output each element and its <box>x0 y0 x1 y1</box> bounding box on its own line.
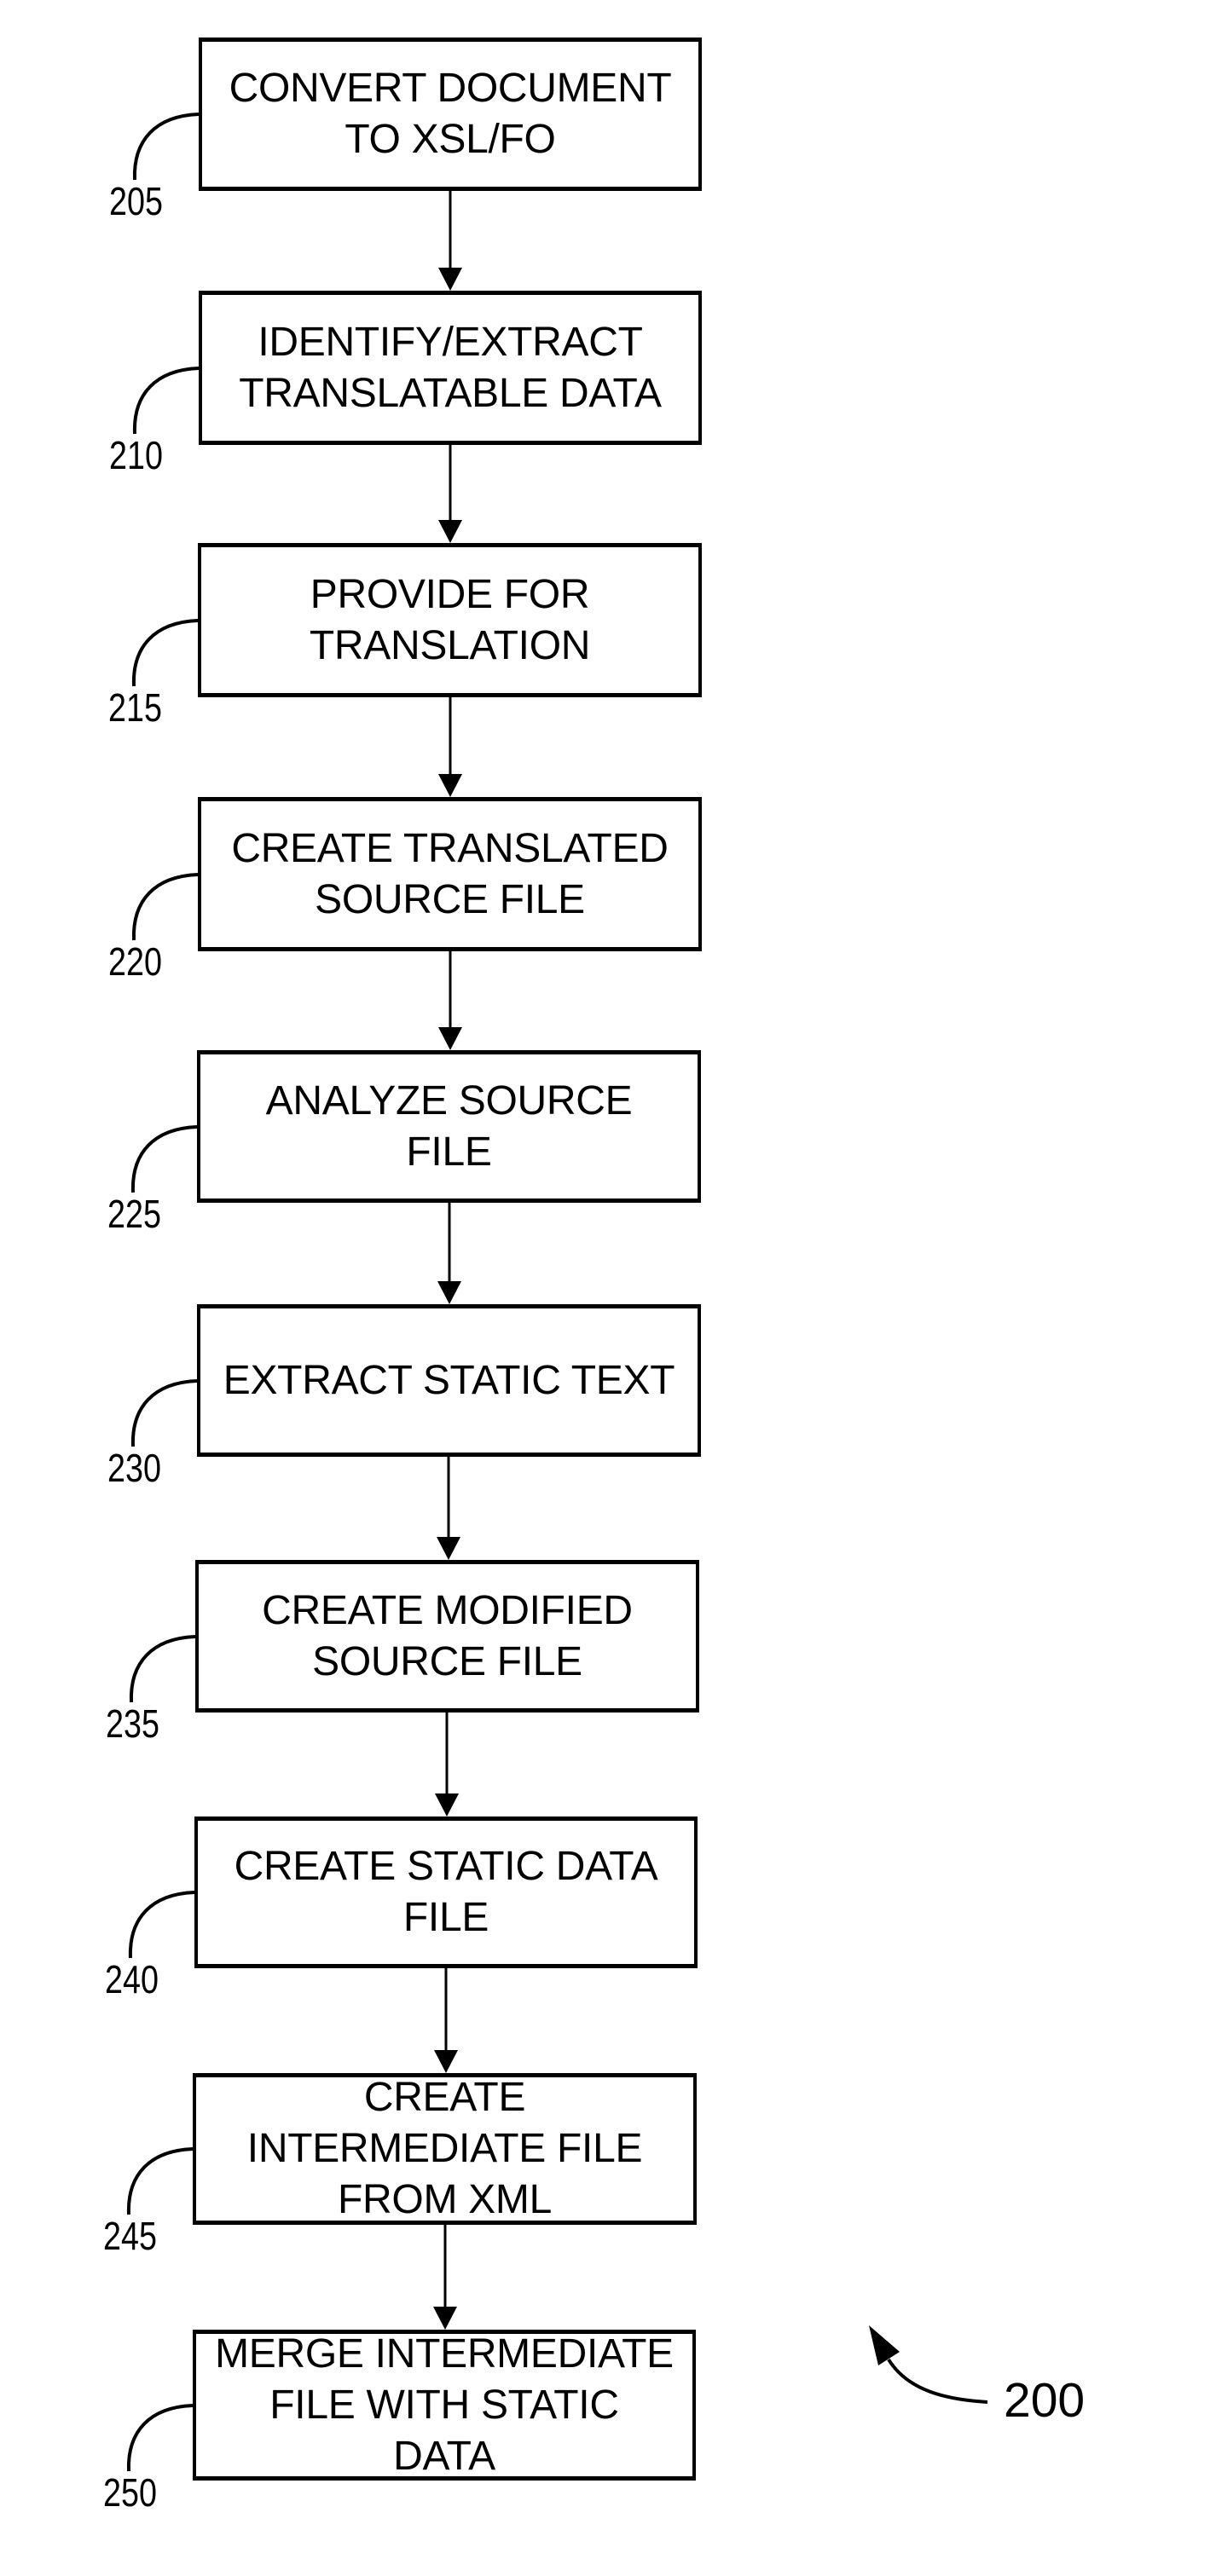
arrowhead-icon <box>438 520 462 543</box>
reference-label: 220 <box>108 939 162 984</box>
reference-label: 210 <box>109 433 163 477</box>
step-box-235: CREATE MODIFIED SOURCE FILE <box>195 1560 699 1713</box>
arrowhead-icon <box>438 268 462 291</box>
figure-pointer-curve <box>887 2358 988 2404</box>
step-box-215: PROVIDE FOR TRANSLATION <box>198 543 702 697</box>
reference-label: 235 <box>106 1701 159 1746</box>
leader-line <box>128 1891 195 1959</box>
leader-line <box>129 1635 196 1703</box>
leader-line <box>130 1125 198 1193</box>
leader-line <box>131 873 199 941</box>
arrowhead-icon <box>437 1281 461 1304</box>
step-text: PROVIDE FOR TRANSLATION <box>309 571 591 668</box>
reference-label: 215 <box>108 685 162 730</box>
leader-line <box>130 1379 198 1447</box>
reference-label: 230 <box>107 1446 161 1490</box>
leader-line <box>132 113 200 181</box>
arrowhead-icon <box>433 2307 457 2330</box>
step-box-205: CONVERT DOCUMENT TO XSL/FO <box>199 38 702 191</box>
step-box-230: EXTRACT STATIC TEXT <box>197 1304 701 1457</box>
arrowhead-icon <box>437 1537 460 1560</box>
flowchart-canvas: CONVERT DOCUMENT TO XSL/FO IDENTIFY/EXTR… <box>0 0 1216 2576</box>
step-text: CREATE MODIFIED SOURCE FILE <box>262 1587 633 1684</box>
reference-label: 240 <box>105 1957 159 2001</box>
arrowhead-icon <box>434 2050 458 2073</box>
step-box-245: CREATE INTERMEDIATE FILE FROM XML <box>193 2073 697 2225</box>
step-text: MERGE INTERMEDIATE FILE WITH STATIC DATA <box>215 2331 674 2479</box>
leader-line <box>126 2147 194 2215</box>
step-text: CREATE STATIC DATA FILE <box>234 1844 658 1940</box>
reference-label: 225 <box>107 1192 161 1236</box>
step-text: IDENTIFY/EXTRACT TRANSLATABLE DATA <box>239 319 662 416</box>
leader-line <box>131 619 199 687</box>
step-text: CREATE TRANSLATED SOURCE FILE <box>231 825 669 922</box>
arrowhead-icon <box>438 774 462 797</box>
reference-label: 245 <box>103 2214 157 2258</box>
step-text: ANALYZE SOURCE FILE <box>265 1077 633 1175</box>
figure-pointer-arrowhead-icon <box>869 2325 900 2365</box>
step-box-240: CREATE STATIC DATA FILE <box>194 1816 698 1968</box>
step-text: CREATE INTERMEDIATE FILE FROM XML <box>246 2075 643 2222</box>
step-box-250: MERGE INTERMEDIATE FILE WITH STATIC DATA <box>193 2330 696 2481</box>
arrowhead-icon <box>438 1027 462 1050</box>
step-text: EXTRACT STATIC TEXT <box>223 1357 675 1403</box>
leader-line <box>126 2404 194 2472</box>
step-box-220: CREATE TRANSLATED SOURCE FILE <box>198 797 702 951</box>
step-box-210: IDENTIFY/EXTRACT TRANSLATABLE DATA <box>199 291 702 445</box>
reference-label: 205 <box>109 179 163 223</box>
reference-label: 250 <box>103 2470 157 2515</box>
arrowhead-icon <box>435 1793 459 1816</box>
leader-line <box>132 367 200 435</box>
figure-reference-label: 200 <box>1004 2373 1086 2428</box>
step-text: CONVERT DOCUMENT TO XSL/FO <box>229 66 672 162</box>
step-box-225: ANALYZE SOURCE FILE <box>197 1050 701 1203</box>
